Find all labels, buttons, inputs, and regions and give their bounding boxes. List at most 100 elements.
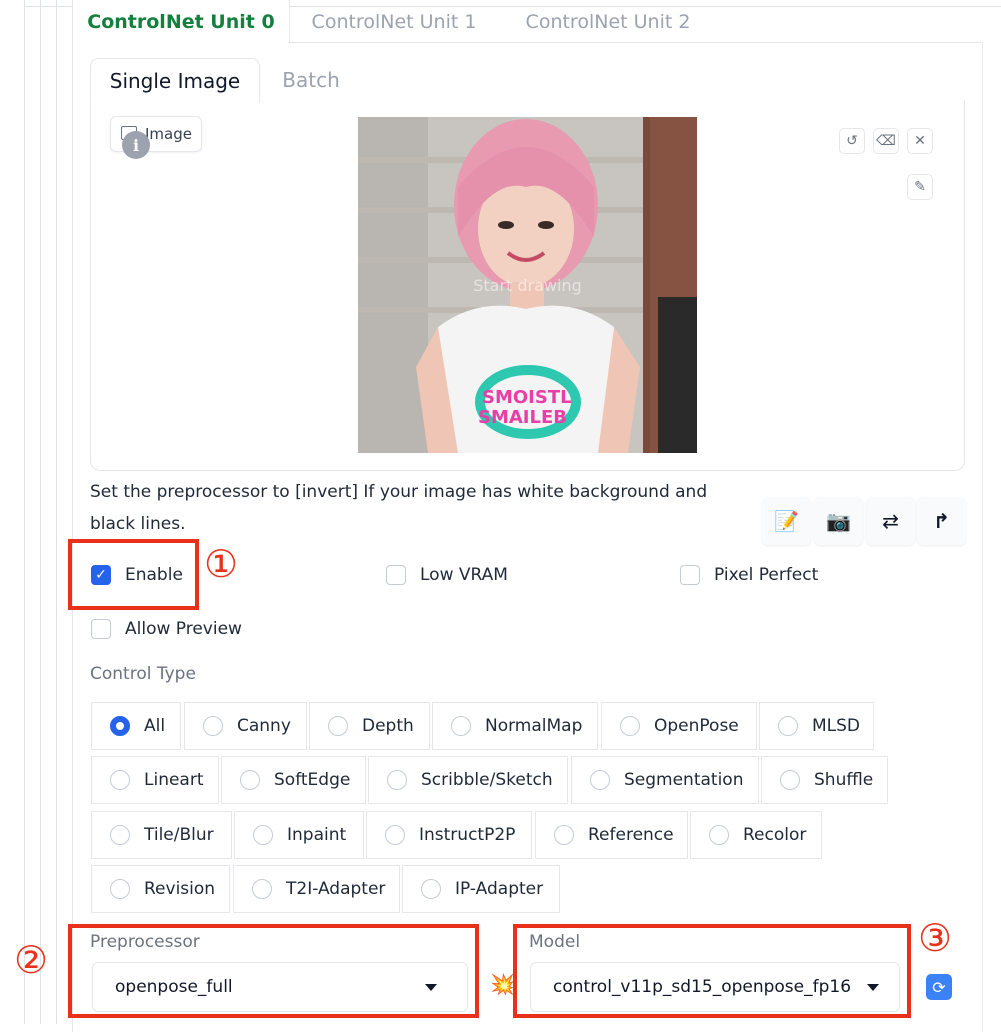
allow-preview-checkbox[interactable]: Allow Preview [91,619,242,639]
radio-dot [554,825,574,845]
radio-label: MLSD [812,716,861,736]
svg-text:SMAILEB: SMAILEB [478,407,567,428]
radio-dot [240,770,260,790]
radio-shuffle[interactable]: Shuffle [761,756,888,804]
chevron-down-icon [425,984,437,991]
radio-label: Recolor [743,825,807,845]
radio-canny[interactable]: Canny [184,702,307,750]
radio-label: Canny [237,716,291,736]
annotation-number-1: ① [204,542,239,586]
unit-tabs: ControlNet Unit 0 ControlNet Unit 1 Cont… [72,0,981,44]
low-vram-checkbox[interactable]: Low VRAM [386,565,508,585]
radio-label: IP-Adapter [455,879,544,899]
radio-dot [385,825,405,845]
radio-label: T2I-Adapter [286,879,386,899]
radio-dot [252,879,272,899]
tab-batch[interactable]: Batch [262,58,360,101]
canvas-placeholder: Start drawing [473,276,582,295]
radio-all[interactable]: All [91,702,181,750]
radio-mlsd[interactable]: MLSD [759,702,874,750]
control-type-label: Control Type [90,664,196,684]
image-label-text: Image [145,125,192,143]
frame-line [56,0,57,1024]
radio-openpose[interactable]: OpenPose [601,702,757,750]
enable-checkbox[interactable]: ✓ Enable [91,565,183,585]
radio-label: OpenPose [654,716,739,736]
camera-icon[interactable]: 📷 [814,497,863,545]
radio-ip-adapter[interactable]: IP-Adapter [402,865,560,913]
eraser-icon[interactable]: ⌫ [873,128,899,154]
pixel-perfect-label: Pixel Perfect [714,565,819,585]
radio-softedge[interactable]: SoftEdge [221,756,366,804]
tab-controlnet-unit-0[interactable]: ControlNet Unit 0 [72,0,290,43]
radio-t2i-adapter[interactable]: T2I-Adapter [233,865,400,913]
radio-dot [110,716,130,736]
radio-tile-blur[interactable]: Tile/Blur [91,811,232,859]
preprocessor-select[interactable]: openpose_full [92,962,468,1012]
radio-label: All [144,716,166,736]
radio-dot [778,716,798,736]
radio-label: Lineart [144,770,204,790]
radio-label: SoftEdge [274,770,351,790]
radio-label: InstructP2P [419,825,516,845]
divider [288,42,981,43]
radio-dot [387,770,407,790]
explosion-icon[interactable]: 💥 [490,972,515,996]
check-icon: ✓ [91,565,111,585]
radio-instructp2p[interactable]: InstructP2P [366,811,532,859]
radio-dot [709,825,729,845]
checkbox-box [680,565,700,585]
send-up-icon[interactable]: ↱ [917,497,966,545]
frame-line [24,0,25,1024]
radio-dot [620,716,640,736]
radio-scribble-sketch[interactable]: Scribble/Sketch [368,756,568,804]
tab-controlnet-unit-2[interactable]: ControlNet Unit 2 [508,0,708,43]
radio-label: Inpaint [287,825,347,845]
tab-single-image[interactable]: Single Image [90,58,260,103]
radio-dot [780,770,800,790]
model-select[interactable]: control_v11p_sd15_openpose_fp16 [530,962,900,1012]
frame-line [40,0,41,1024]
radio-label: Revision [144,879,216,899]
radio-lineart[interactable]: Lineart [91,756,219,804]
radio-dot [110,879,130,899]
info-icon[interactable]: i [122,131,150,159]
enable-label: Enable [125,565,183,585]
radio-label: Shuffle [814,770,874,790]
model-label: Model [529,932,581,952]
annotation-number-2: ② [14,938,49,982]
preprocessor-value: openpose_full [115,977,233,997]
radio-segmentation[interactable]: Segmentation [571,756,759,804]
radio-depth[interactable]: Depth [309,702,430,750]
radio-dot [253,825,273,845]
radio-label: Segmentation [624,770,744,790]
annotation-number-3: ③ [918,916,953,960]
radio-label: Depth [362,716,414,736]
radio-normalmap[interactable]: NormalMap [432,702,598,750]
svg-text:SMOISTL: SMOISTL [482,387,572,408]
radio-dot [328,716,348,736]
radio-revision[interactable]: Revision [91,865,230,913]
model-value: control_v11p_sd15_openpose_fp16 [553,977,852,997]
chevron-down-icon [867,984,879,991]
swap-icon[interactable]: ⇄ [866,497,915,545]
radio-reference[interactable]: Reference [535,811,688,859]
allow-preview-label: Allow Preview [125,619,242,639]
radio-dot [110,770,130,790]
radio-label: NormalMap [485,716,583,736]
tab-controlnet-unit-1[interactable]: ControlNet Unit 1 [294,0,494,43]
radio-label: Tile/Blur [144,825,214,845]
radio-label: Reference [588,825,674,845]
pixel-perfect-checkbox[interactable]: Pixel Perfect [680,565,818,585]
checkbox-box [386,565,406,585]
radio-dot [203,716,223,736]
memo-icon[interactable]: 📝 [762,497,811,545]
refresh-icon[interactable]: ⟳ [926,974,952,1000]
undo-icon[interactable]: ↺ [839,128,865,154]
radio-recolor[interactable]: Recolor [690,811,822,859]
radio-dot [590,770,610,790]
radio-dot [110,825,130,845]
brush-icon[interactable]: ✎ [907,174,933,200]
close-icon[interactable]: ✕ [907,128,933,154]
radio-inpaint[interactable]: Inpaint [234,811,364,859]
